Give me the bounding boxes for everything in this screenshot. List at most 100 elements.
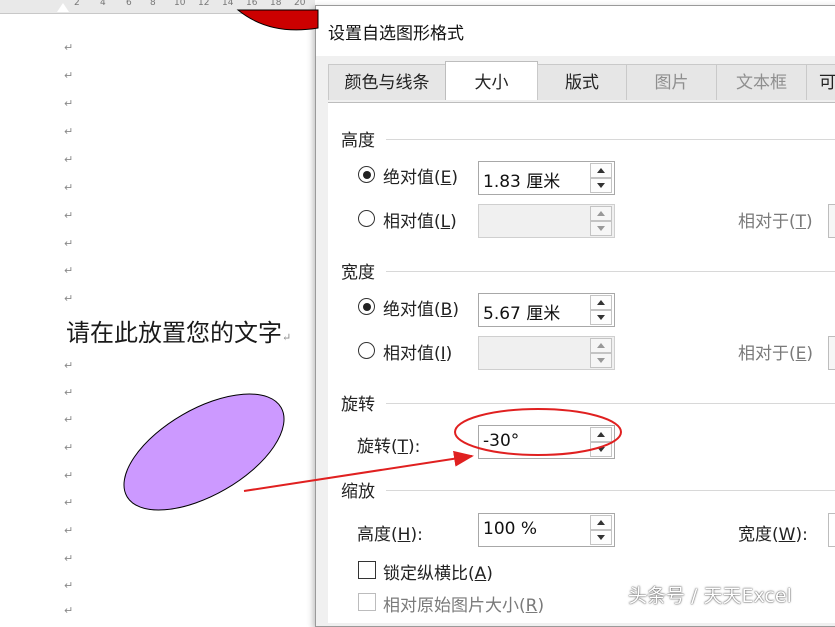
- width-absolute-spinner[interactable]: 5.67 厘米: [478, 293, 615, 327]
- spin-up-button[interactable]: [590, 295, 612, 310]
- paragraph-mark: ↵: [64, 579, 74, 592]
- width-relative-spinner[interactable]: [478, 336, 615, 370]
- paragraph-mark: ↵: [64, 153, 74, 166]
- size-tab-panel: 高度 绝对值(E) 1.83 厘米 相对值(L) 相对于(T) 宽度 绝对值(B…: [328, 102, 835, 623]
- format-autoshape-dialog: 设置自选图形格式 颜色与线条 大小 版式 图片 文本框 可 高度 绝对值(E) …: [315, 5, 835, 627]
- spin-up-button[interactable]: [590, 206, 612, 221]
- scale-width-spinner[interactable]: [828, 513, 835, 547]
- lock-aspect-checkbox[interactable]: [358, 561, 376, 579]
- width-absolute-label[interactable]: 绝对值(B): [383, 295, 459, 320]
- watermark: 头条号 / 天天Excel: [628, 585, 792, 607]
- ruler-tick: 4: [100, 0, 106, 8]
- ruler-tick: 8: [150, 0, 156, 8]
- spin-down-button[interactable]: [590, 178, 612, 193]
- tab-textbox[interactable]: 文本框: [716, 64, 807, 100]
- horizontal-ruler[interactable]: 2 4 6 8 10 12 14 16 18 20: [0, 0, 315, 14]
- paragraph-mark: ↵: [64, 413, 74, 426]
- section-divider: [386, 271, 835, 272]
- width-relative-label[interactable]: 相对值(I): [383, 339, 452, 364]
- width-section-label: 宽度: [341, 263, 375, 283]
- paragraph-mark: ↵: [64, 524, 74, 537]
- dialog-title: 设置自选图形格式: [328, 24, 464, 44]
- rotation-spinner[interactable]: -30°: [478, 425, 615, 459]
- spin-down-button[interactable]: [590, 353, 612, 368]
- width-absolute-radio[interactable]: [358, 298, 375, 315]
- height-relative-to-label: 相对于(T): [738, 212, 813, 232]
- placeholder-text: 请在此放置您的文字: [66, 319, 282, 347]
- indent-marker[interactable]: [57, 3, 69, 12]
- tab-picture[interactable]: 图片: [626, 64, 717, 100]
- ruler-tick: 14: [222, 0, 234, 8]
- paragraph-mark: ↵: [64, 359, 74, 372]
- paragraph-mark: ↵: [64, 69, 74, 82]
- paragraph-mark: ↵: [64, 292, 74, 305]
- lock-aspect-label[interactable]: 锁定纵横比(A): [383, 559, 493, 584]
- paragraph-mark: ↵: [64, 181, 74, 194]
- spin-down-button[interactable]: [590, 310, 612, 325]
- radio-selected-dot: [362, 302, 371, 311]
- paragraph-mark: ↵: [282, 331, 292, 344]
- dialog-titlebar[interactable]: 设置自选图形格式: [316, 6, 835, 56]
- scale-height-label: 高度(H):: [357, 525, 423, 545]
- height-absolute-spinner[interactable]: 1.83 厘米: [478, 161, 615, 195]
- ruler-tick: 6: [126, 0, 132, 8]
- scale-height-value[interactable]: 100 %: [483, 519, 537, 539]
- height-absolute-value[interactable]: 1.83 厘米: [483, 167, 560, 192]
- paragraph-mark: ↵: [64, 386, 74, 399]
- height-relative-spinner[interactable]: [478, 204, 615, 238]
- paragraph-mark: ↵: [64, 237, 74, 250]
- dialog-tabs: 颜色与线条 大小 版式 图片 文本框 可: [328, 61, 835, 102]
- spin-down-button[interactable]: [590, 221, 612, 236]
- height-relative-radio[interactable]: [358, 210, 375, 227]
- radio-selected-dot: [362, 170, 371, 179]
- ruler-tick: 2: [74, 0, 80, 8]
- width-absolute-value[interactable]: 5.67 厘米: [483, 299, 560, 324]
- document-area[interactable]: 2 4 6 8 10 12 14 16 18 20 ↵ ↵ ↵ ↵ ↵ ↵ ↵ …: [0, 0, 315, 613]
- ruler-tick: 12: [198, 0, 210, 8]
- document-text-line[interactable]: 请在此放置您的文字↵: [66, 313, 291, 348]
- spin-down-button[interactable]: [590, 530, 612, 545]
- height-absolute-label[interactable]: 绝对值(E): [383, 163, 458, 188]
- paragraph-mark: ↵: [64, 552, 74, 565]
- spin-up-button[interactable]: [590, 515, 612, 530]
- section-divider: [386, 139, 835, 140]
- rotation-value[interactable]: -30°: [483, 431, 519, 451]
- tab-colors-and-lines[interactable]: 颜色与线条: [328, 64, 446, 100]
- width-relative-to-label: 相对于(E): [738, 344, 814, 364]
- scale-height-spinner[interactable]: 100 %: [478, 513, 615, 547]
- height-relative-to-dropdown[interactable]: [828, 204, 835, 238]
- paragraph-mark: ↵: [64, 209, 74, 222]
- paragraph-mark: ↵: [64, 125, 74, 138]
- width-relative-to-dropdown[interactable]: [828, 336, 835, 370]
- tab-layout[interactable]: 版式: [537, 64, 627, 100]
- paragraph-mark: ↵: [64, 469, 74, 482]
- rotation-label: 旋转(T):: [357, 437, 421, 457]
- relative-original-size-label[interactable]: 相对原始图片大小(R): [383, 591, 544, 616]
- paragraph-mark: ↵: [64, 41, 74, 54]
- height-absolute-radio[interactable]: [358, 166, 375, 183]
- paragraph-mark: ↵: [64, 604, 74, 613]
- tab-alt-text[interactable]: 可: [806, 64, 835, 100]
- section-divider: [386, 490, 835, 491]
- ruler-tick: 18: [270, 0, 282, 8]
- tab-size[interactable]: 大小: [445, 61, 538, 100]
- paragraph-mark: ↵: [64, 496, 74, 509]
- section-divider: [386, 403, 835, 404]
- ruler-tick: 16: [246, 0, 258, 8]
- spin-up-button[interactable]: [590, 427, 612, 442]
- paragraph-mark: ↵: [64, 441, 74, 454]
- width-relative-radio[interactable]: [358, 342, 375, 359]
- height-section-label: 高度: [341, 131, 375, 151]
- paragraph-mark: ↵: [64, 97, 74, 110]
- ruler-tick: 20: [294, 0, 306, 8]
- spin-up-button[interactable]: [590, 338, 612, 353]
- height-relative-label[interactable]: 相对值(L): [383, 207, 457, 232]
- spin-up-button[interactable]: [590, 163, 612, 178]
- relative-original-size-checkbox[interactable]: [358, 593, 376, 611]
- scale-section-label: 缩放: [341, 482, 375, 502]
- rotation-section-label: 旋转: [341, 395, 375, 415]
- spin-down-button[interactable]: [590, 442, 612, 457]
- paragraph-mark: ↵: [64, 264, 74, 277]
- scale-width-label: 宽度(W):: [738, 525, 808, 545]
- ruler-tick: 10: [174, 0, 186, 8]
